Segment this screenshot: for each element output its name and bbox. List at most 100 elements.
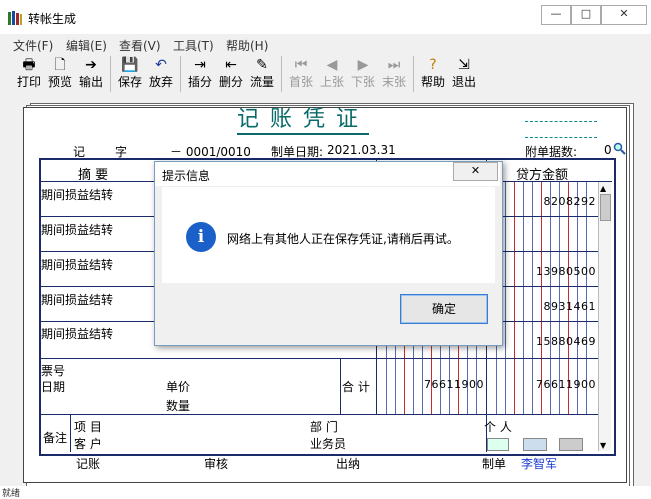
dialog-close-button[interactable]: ✕ (453, 162, 498, 181)
entry-summary[interactable]: 期间损益结转 (41, 291, 113, 308)
export-label: 输出 (78, 75, 103, 89)
entry-credit-amount[interactable]: 15880469 (500, 335, 596, 348)
dialog-message: 网络上有其他人正在保存凭证,请稍后再试。 (227, 232, 459, 246)
magnifier-icon[interactable] (613, 142, 626, 155)
print-button[interactable]: 🖶 打印 (14, 54, 44, 96)
minimize-button[interactable]: — (541, 5, 571, 25)
maker-name: 李智军 (521, 457, 558, 471)
preview-label: 预览 (47, 75, 72, 89)
info-icon: i (186, 222, 216, 252)
customer-label: 客 户 (74, 437, 102, 451)
dashed-rule (525, 137, 597, 138)
scroll-thumb[interactable] (600, 194, 611, 221)
debit-total: 76611900 (424, 378, 484, 391)
scroll-up-icon[interactable]: ▲ (600, 184, 606, 193)
attachments-count[interactable]: 0 (604, 143, 612, 157)
discard-button[interactable]: ↶ 放弃 (146, 54, 176, 96)
summary-column-header: 摘 要 (78, 168, 109, 183)
window-title: 转帐生成 (28, 12, 77, 26)
remark-label: 备注 (43, 431, 68, 445)
unit-price-label: 单价 (166, 380, 191, 394)
digit-grid-line (386, 344, 387, 414)
scroll-down-icon[interactable]: ▼ (600, 441, 606, 450)
ticket-number-label: 票号 (41, 364, 66, 378)
quantity-label: 数量 (166, 399, 191, 413)
close-window-button[interactable]: ✕ (601, 5, 647, 25)
flow-button[interactable]: ✎ 流量 (247, 54, 277, 96)
flow-label: 流量 (249, 75, 274, 89)
insert-entry-button[interactable]: ⇥ 插分 (185, 54, 215, 96)
status-bar: 就绪 (0, 486, 651, 499)
last-voucher-button[interactable]: ⏭ 末张 (379, 54, 409, 96)
entry-credit-amount[interactable]: 13980500 (500, 265, 596, 278)
help-label: 帮助 (420, 75, 445, 89)
print-label: 打印 (16, 75, 41, 89)
help-button[interactable]: ? 帮助 (418, 54, 448, 96)
toolbar-separator (413, 56, 414, 92)
preview-button[interactable]: 🗋 预览 (45, 54, 75, 96)
insert-row-icon: ⇥ (194, 57, 206, 73)
prev-voucher-button[interactable]: ◀ 上张 (317, 54, 347, 96)
first-voucher-button[interactable]: ⏮ 首张 (286, 54, 316, 96)
ok-button[interactable]: 确定 (400, 294, 488, 324)
save-button[interactable]: 💾 保存 (115, 54, 145, 96)
entry-summary[interactable]: 期间损益结转 (41, 325, 113, 342)
total-label: 合 计 (342, 380, 370, 394)
voucher-date[interactable]: 2021.03.31 (327, 143, 396, 157)
cashier-label: 出纳 (336, 457, 361, 471)
toolbar-separator (281, 56, 282, 92)
exit-icon: ⇲ (458, 57, 470, 73)
voucher-title: 记账凭证 (237, 107, 370, 135)
department-label: 部 门 (310, 420, 338, 434)
prev-icon: ◀ (326, 57, 338, 73)
reviewer-label: 审核 (204, 457, 229, 471)
project-label: 项 目 (74, 420, 102, 434)
printer-icon: 🖶 (22, 57, 36, 73)
grid-line (41, 414, 598, 415)
person-label: 个 人 (484, 420, 512, 434)
toolbar-separator (110, 56, 111, 92)
status-text: 就绪 (2, 489, 21, 499)
next-voucher-button[interactable]: ▶ 下张 (348, 54, 378, 96)
preview-icon: 🗋 (54, 57, 66, 73)
export-button[interactable]: ➔ 输出 (76, 54, 106, 96)
maximize-button[interactable]: □ (571, 5, 601, 25)
entry-summary[interactable]: 期间损益结转 (41, 221, 113, 238)
entry-summary[interactable]: 期间损益结转 (41, 256, 113, 273)
delete-entry-button[interactable]: ⇤ 删分 (216, 54, 246, 96)
ticket-date-label: 日期 (41, 380, 66, 394)
undo-icon: ↶ (155, 57, 167, 73)
credit-column-header: 贷方金额 (516, 168, 569, 183)
entry-credit-amount[interactable]: 8931461 (500, 300, 596, 313)
grid-vertical-scrollbar[interactable] (598, 182, 611, 451)
dialog-title: 提示信息 (162, 169, 211, 183)
entry-summary[interactable]: 期间损益结转 (41, 186, 113, 203)
ruler-icon[interactable] (559, 438, 583, 451)
document-icon[interactable] (523, 438, 547, 451)
maker-label: 制单 (482, 457, 507, 471)
card-icon[interactable] (487, 438, 509, 451)
insert-entry-label: 插分 (187, 75, 212, 89)
toolbar-separator (180, 56, 181, 92)
grid-line (70, 414, 71, 452)
salesperson-label: 业务员 (310, 437, 347, 451)
grid-line (41, 358, 598, 359)
delete-entry-label: 删分 (218, 75, 243, 89)
flow-icon: ✎ (256, 57, 268, 73)
last-label: 末张 (381, 75, 406, 89)
export-icon: ➔ (85, 57, 97, 73)
prev-label: 上张 (319, 75, 344, 89)
first-icon: ⏮ (294, 57, 308, 73)
grid-line (340, 358, 341, 414)
exit-button[interactable]: ⇲ 退出 (449, 54, 479, 96)
help-icon: ? (429, 57, 437, 73)
discard-label: 放弃 (148, 75, 173, 89)
next-label: 下张 (350, 75, 375, 89)
delete-row-icon: ⇤ (225, 57, 237, 73)
first-label: 首张 (288, 75, 313, 89)
last-icon: ⏭ (387, 57, 401, 73)
exit-label: 退出 (451, 75, 476, 89)
bookkeeper-label: 记账 (76, 457, 101, 471)
credit-total: 76611900 (536, 378, 596, 391)
entry-credit-amount[interactable]: 8208292 (500, 195, 596, 208)
